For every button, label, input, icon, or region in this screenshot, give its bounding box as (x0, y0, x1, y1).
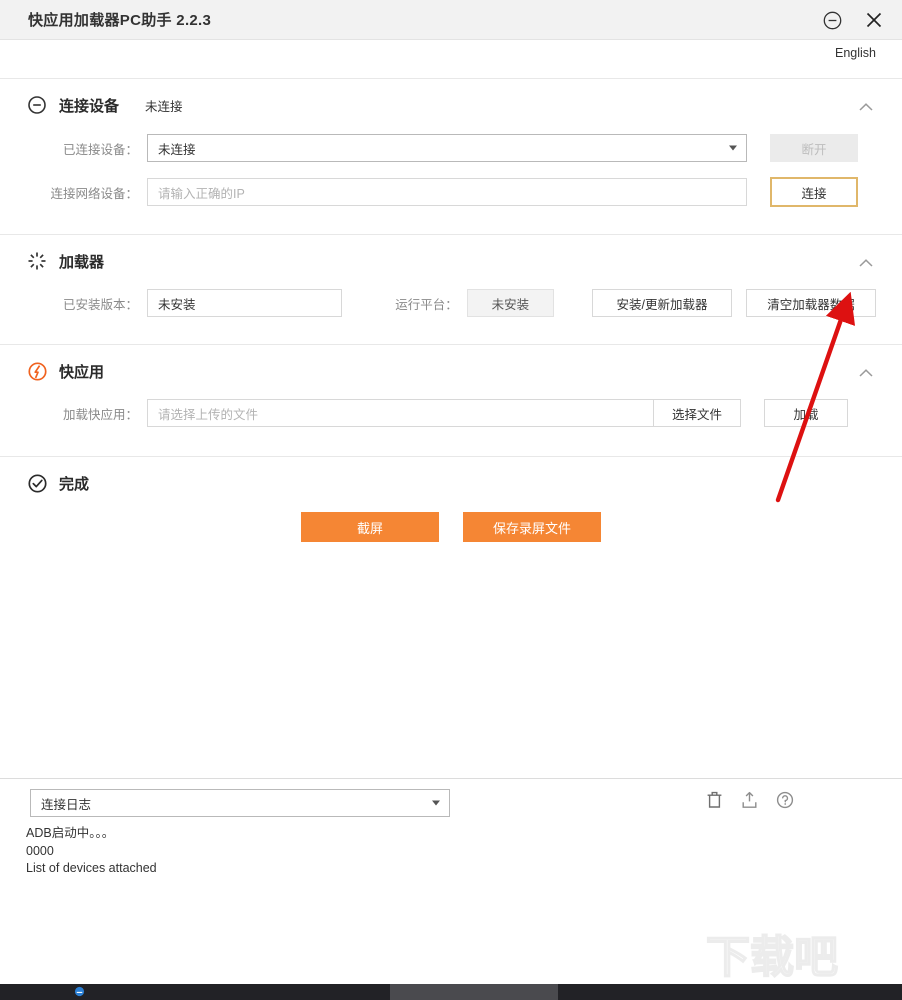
row-finish-actions: 截屏 保存录屏文件 (26, 505, 876, 549)
section-connect-device: 连接设备 未连接 已连接设备： 未连接 断开 连接网络设备： 请输入正确的IP … (0, 79, 902, 235)
row-quickapp-file: 加载快应用： 请选择上传的文件 选择文件 加载 (26, 393, 876, 433)
platform-label: 运行平台： (395, 297, 458, 312)
log-output: ADB启动中。。。 0000 List of devices attached (26, 825, 157, 878)
collapse-toggle-loader[interactable] (858, 255, 874, 273)
section-header-quickapp: 快应用 (26, 345, 876, 393)
taskbar-app-icon[interactable] (74, 986, 85, 997)
close-button[interactable] (860, 6, 888, 34)
disconnect-button[interactable]: 断开 (770, 134, 858, 162)
chevron-up-icon (859, 103, 873, 111)
log-line: ADB启动中。。。 (26, 826, 115, 840)
connect-button[interactable]: 连接 (770, 177, 858, 207)
check-circle-icon (26, 472, 48, 494)
caret-down-icon (432, 800, 440, 806)
window-title: 快应用加载器PC助手 2.2.3 (28, 12, 212, 29)
section-finish: 完成 截屏 保存录屏文件 (0, 457, 902, 549)
log-type-value: 连接日志 (41, 797, 92, 812)
device-connection-status: 未连接 (145, 99, 183, 114)
network-device-placeholder: 请输入正确的IP (158, 186, 245, 201)
export-icon[interactable] (741, 791, 758, 809)
section-header-finish: 完成 (26, 457, 876, 505)
close-icon (866, 12, 882, 28)
collapse-toggle-quickapp[interactable] (858, 365, 874, 383)
row-network-device: 连接网络设备： 请输入正确的IP 连接 (26, 167, 876, 217)
connected-device-label: 已连接设备： (62, 142, 138, 157)
row-connected-device: 已连接设备： 未连接 断开 (26, 129, 876, 167)
connected-device-select[interactable]: 未连接 (147, 134, 747, 162)
os-taskbar (0, 984, 902, 1000)
minus-circle-icon (26, 94, 48, 116)
caret-down-icon (729, 145, 737, 151)
clear-loader-data-button[interactable]: 清空加载器数据 (745, 289, 876, 317)
section-title-connect-device: 连接设备 (59, 97, 120, 115)
network-device-input[interactable]: 请输入正确的IP (147, 178, 747, 206)
connected-device-value: 未连接 (158, 142, 196, 157)
trash-icon[interactable] (706, 791, 723, 809)
choose-file-button[interactable]: 选择文件 (653, 399, 741, 427)
section-header-loader: 加载器 (26, 235, 876, 283)
log-line: List of devices attached (26, 861, 157, 875)
quickapp-file-placeholder: 请选择上传的文件 (158, 407, 259, 422)
language-switch-link[interactable]: English (835, 46, 876, 60)
installed-version-text: 未安装 (158, 297, 196, 312)
taskbar-active-window[interactable] (390, 984, 558, 1000)
quickapp-logo-icon (26, 360, 48, 382)
window-controls (818, 0, 888, 40)
collapse-toggle-connect-device[interactable] (858, 99, 874, 117)
save-screen-record-button[interactable]: 保存录屏文件 (463, 512, 601, 542)
chevron-up-icon (859, 259, 873, 267)
quickapp-file-input[interactable]: 请选择上传的文件 (147, 399, 654, 427)
chevron-up-icon (859, 369, 873, 377)
section-title-quickapp: 快应用 (59, 363, 105, 381)
log-toolbar (706, 791, 794, 809)
platform-value: 未安装 (466, 289, 555, 317)
main-panel: 连接设备 未连接 已连接设备： 未连接 断开 连接网络设备： 请输入正确的IP … (0, 78, 902, 778)
title-bar: 快应用加载器PC助手 2.2.3 (0, 0, 902, 40)
installed-version-label: 已安装版本： (62, 297, 138, 312)
installed-version-value: 未安装 (147, 289, 342, 317)
section-quickapp: 快应用 加载快应用： 请选择上传的文件 选择文件 加载 (0, 345, 902, 457)
screenshot-button[interactable]: 截屏 (301, 512, 439, 542)
section-title-finish: 完成 (59, 475, 90, 493)
network-device-label: 连接网络设备： (50, 186, 138, 201)
section-title-loader: 加载器 (59, 253, 105, 271)
load-button[interactable]: 加载 (764, 399, 848, 427)
log-area: 连接日志 ADB启动中。。。 0000 List of devices atta… (0, 778, 902, 978)
log-type-select[interactable]: 连接日志 (30, 789, 450, 817)
section-header-connect-device: 连接设备 未连接 (26, 79, 876, 127)
minimize-circle-icon (823, 11, 841, 29)
load-quickapp-label: 加载快应用： (62, 407, 138, 422)
minimize-button[interactable] (818, 6, 846, 34)
section-loader: 加载器 已安装版本： 未安装 运行平台： 未安装 安装/更新加载器 清空加载器数… (0, 235, 902, 345)
log-line: 0000 (26, 843, 54, 858)
loading-spinner-icon (26, 250, 48, 272)
row-loader-info: 已安装版本： 未安装 运行平台： 未安装 安装/更新加载器 清空加载器数据 (26, 283, 876, 323)
quickapp-loader-pc-assistant-window: 快应用加载器PC助手 2.2.3 English 连接设备 未连接 已连接设备：… (0, 0, 902, 1000)
help-icon[interactable] (776, 791, 794, 809)
install-update-loader-button[interactable]: 安装/更新加载器 (592, 289, 732, 317)
